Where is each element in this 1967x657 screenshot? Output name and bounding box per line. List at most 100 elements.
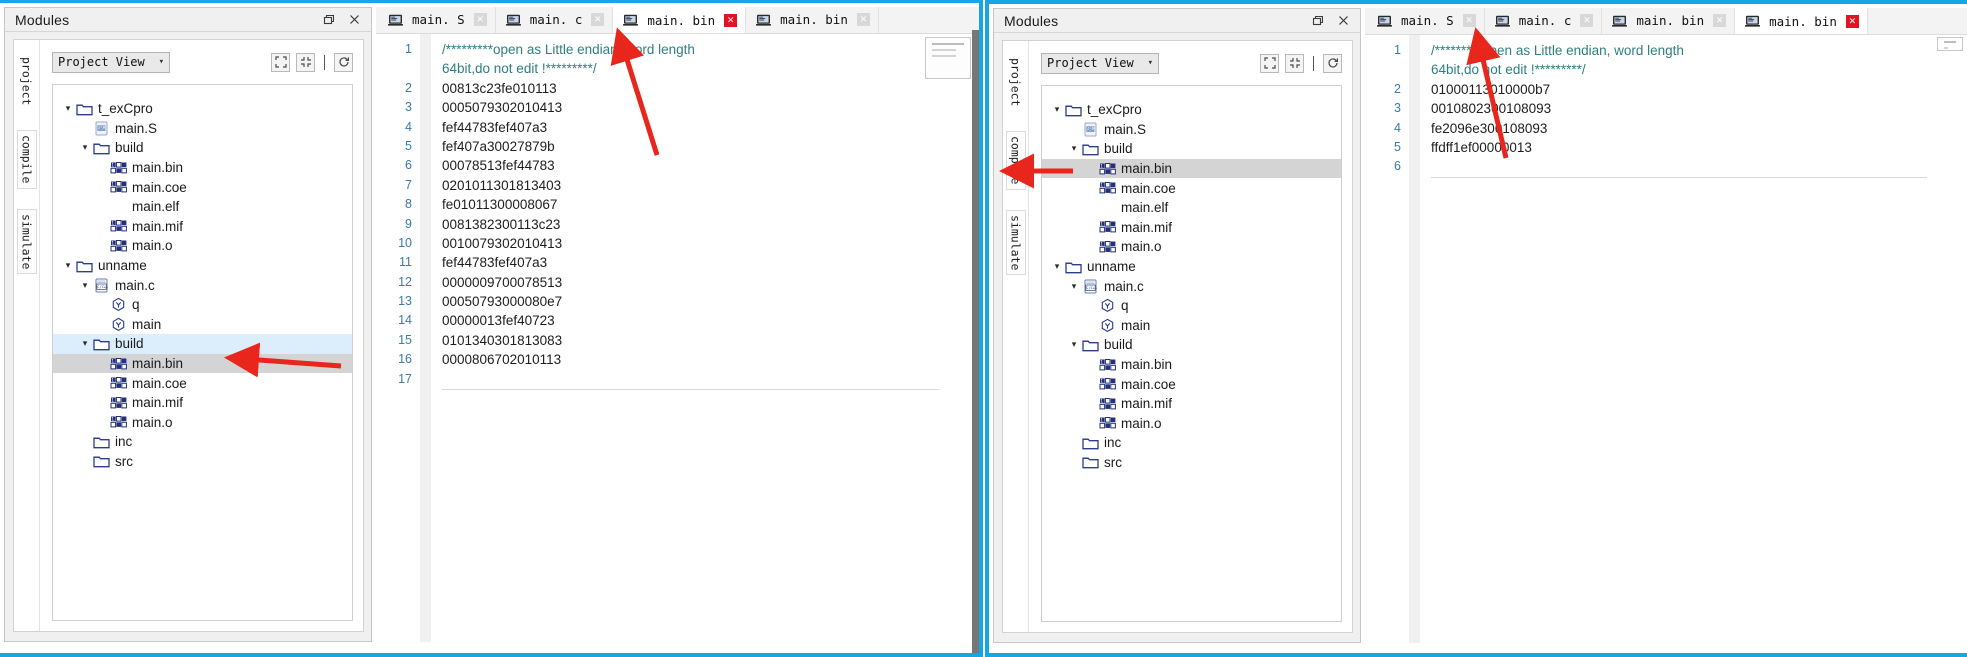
- chevron-down-icon[interactable]: ▾: [78, 339, 92, 348]
- view-mode-select[interactable]: Project View ▾: [1041, 52, 1159, 74]
- close-icon[interactable]: [347, 13, 361, 27]
- code-text-left[interactable]: /*********open as Little endian, word le…: [431, 34, 979, 642]
- tree-item-main-c[interactable]: ▾ C/C++ main.c: [1042, 276, 1341, 296]
- side-tab-simulate[interactable]: simulate: [1005, 209, 1026, 276]
- chevron-down-icon[interactable]: ▾: [1067, 281, 1081, 291]
- tree-item-main-elf[interactable]: main.elf: [1042, 198, 1341, 218]
- tree-item-build[interactable]: ▾ build: [53, 138, 352, 158]
- tab-close-icon[interactable]: ✕: [1462, 14, 1476, 27]
- project-tree-left[interactable]: ▾ t_exCpro ASM main.S ▾ build 1 main.bin 1 main.c…: [52, 84, 353, 621]
- tree-item-main-s[interactable]: ASM main.S: [1042, 120, 1341, 140]
- side-tab-project[interactable]: project: [1006, 53, 1026, 111]
- tree-item-main-mif[interactable]: 1 main.mif: [1042, 218, 1341, 238]
- tree-item-main[interactable]: main: [53, 315, 352, 335]
- chevron-down-icon[interactable]: ▾: [78, 143, 92, 152]
- editor-tab-main-bin-2[interactable]: main. bin ✕: [1602, 8, 1736, 34]
- tree-item-t-excpro[interactable]: ▾ t_exCpro: [1042, 100, 1341, 120]
- chevron-down-icon[interactable]: ▾: [61, 104, 75, 113]
- tree-item-build[interactable]: ▾ build: [1042, 139, 1341, 159]
- chevron-down-icon: ▾: [1147, 58, 1153, 68]
- editor-tab-label: main. bin: [647, 12, 716, 28]
- code-view-left[interactable]: 1 2 3 4 5 6 7 8 9 10 11 12 13 14 15 16 17 /*********open…: [376, 34, 979, 642]
- chevron-down-icon[interactable]: ▾: [1050, 262, 1064, 271]
- project-tree-right[interactable]: ▾ t_exCpro ASM main.S ▾ build 1 main.bin 1 main.c…: [1041, 85, 1342, 622]
- tree-item-inc[interactable]: inc: [53, 432, 352, 452]
- editor-minimap[interactable]: [1937, 37, 1963, 51]
- tree-item-main-coe[interactable]: 1 main.coe: [1042, 178, 1341, 198]
- tree-item-main-o[interactable]: 1 main.o: [1042, 414, 1341, 434]
- tree-item-label: inc: [1104, 435, 1122, 451]
- editor-tab-main-c-1[interactable]: main. c ✕: [495, 7, 614, 33]
- tab-close-icon[interactable]: ✕: [724, 13, 738, 27]
- tree-item-main-bin[interactable]: 1 main.bin: [53, 158, 352, 178]
- chevron-down-icon[interactable]: ▾: [78, 280, 92, 290]
- restore-icon[interactable]: [320, 13, 334, 27]
- tree-item-label: main.coe: [132, 179, 187, 195]
- code-view-right[interactable]: 1 2 3 4 5 6 /*********open as Little endian, …: [1365, 35, 1967, 643]
- refresh-icon[interactable]: [1323, 53, 1342, 73]
- tree-item-q[interactable]: q: [53, 295, 352, 315]
- modules-title-label: Modules: [15, 11, 70, 28]
- editor-tab-main-bin-3[interactable]: main. bin ✕: [746, 7, 879, 33]
- chevron-down-icon[interactable]: ▾: [61, 261, 75, 270]
- editor-tab-main-bin-2[interactable]: main. bin ✕: [613, 7, 747, 33]
- tab-close-icon[interactable]: ✕: [856, 13, 870, 26]
- tree-item-main-bin[interactable]: 1 main.bin: [53, 353, 352, 374]
- tree-item-src[interactable]: src: [53, 452, 352, 472]
- tree-item-main-coe[interactable]: 1 main.coe: [53, 373, 352, 393]
- tab-close-icon[interactable]: ✕: [1845, 14, 1859, 28]
- collapse-all-icon[interactable]: [296, 52, 315, 72]
- view-mode-select[interactable]: Project View ▾: [52, 51, 170, 73]
- chevron-down-icon[interactable]: ▾: [1050, 105, 1064, 114]
- tree-item-unname[interactable]: ▾ unname: [1042, 257, 1341, 277]
- tree-item-main-o[interactable]: 1 main.o: [53, 413, 352, 433]
- chevron-down-icon[interactable]: ▾: [1067, 340, 1081, 349]
- editor-minimap[interactable]: [925, 37, 971, 79]
- folder-icon: [92, 434, 110, 449]
- tab-close-icon[interactable]: ✕: [473, 13, 487, 26]
- side-tab-compile[interactable]: compile: [16, 130, 37, 189]
- tree-item-main-mif[interactable]: 1 main.mif: [1042, 394, 1341, 414]
- tree-item-t-excpro[interactable]: ▾ t_exCpro: [53, 99, 352, 119]
- tree-item-unname[interactable]: ▾ unname: [53, 256, 352, 276]
- side-tab-compile[interactable]: compile: [1005, 131, 1026, 190]
- close-icon[interactable]: [1336, 14, 1350, 28]
- tree-item-main-bin[interactable]: 1 main.bin: [1042, 158, 1341, 179]
- binary-file-icon: 1: [109, 415, 127, 430]
- tab-close-icon[interactable]: ✕: [591, 13, 605, 26]
- editor-tab-main-c-1[interactable]: main. c ✕: [1484, 8, 1603, 34]
- tree-item-main-o[interactable]: 1 main.o: [53, 236, 352, 256]
- tree-item-main-c[interactable]: ▾ C/C++ main.c: [53, 275, 352, 295]
- editor-tab-main-s-0[interactable]: main. S ✕: [1367, 8, 1485, 34]
- tab-close-icon[interactable]: ✕: [1713, 14, 1727, 27]
- editor-tab-main-s-0[interactable]: main. S ✕: [378, 7, 496, 33]
- tree-item-q[interactable]: q: [1042, 296, 1341, 316]
- tree-item-main[interactable]: main: [1042, 316, 1341, 336]
- tree-item-build[interactable]: ▾ build: [1042, 335, 1341, 355]
- tree-item-main-bin[interactable]: 1 main.bin: [1042, 355, 1341, 375]
- tree-item-src[interactable]: src: [1042, 453, 1341, 473]
- tab-close-icon[interactable]: ✕: [1580, 14, 1594, 27]
- tree-item-inc[interactable]: inc: [1042, 433, 1341, 453]
- editor-tab-main-bin-3[interactable]: main. bin ✕: [1735, 8, 1868, 34]
- line-number: 6: [1394, 159, 1401, 174]
- gutter-separator: [1409, 35, 1420, 643]
- tree-item-main-elf[interactable]: main.elf: [53, 197, 352, 217]
- side-tab-project[interactable]: project: [17, 52, 37, 110]
- expand-all-icon[interactable]: [271, 52, 290, 72]
- side-tab-simulate[interactable]: simulate: [16, 208, 37, 275]
- tree-item-main-coe[interactable]: 1 main.coe: [1042, 374, 1341, 394]
- tree-item-main-s[interactable]: ASM main.S: [53, 119, 352, 139]
- tree-item-main-mif[interactable]: 1 main.mif: [53, 393, 352, 413]
- expand-all-icon[interactable]: [1260, 53, 1279, 73]
- collapse-all-icon[interactable]: [1285, 53, 1304, 73]
- tree-item-build[interactable]: ▾ build: [53, 334, 352, 354]
- code-text-right[interactable]: /*********open as Little endian, word le…: [1420, 35, 1967, 643]
- code-line: 01000113010000b7: [1431, 81, 1551, 97]
- tree-item-main-mif[interactable]: 1 main.mif: [53, 217, 352, 237]
- tree-item-main-o[interactable]: 1 main.o: [1042, 237, 1341, 257]
- refresh-icon[interactable]: [334, 52, 353, 72]
- chevron-down-icon[interactable]: ▾: [1067, 144, 1081, 153]
- restore-icon[interactable]: [1309, 14, 1323, 28]
- tree-item-main-coe[interactable]: 1 main.coe: [53, 177, 352, 197]
